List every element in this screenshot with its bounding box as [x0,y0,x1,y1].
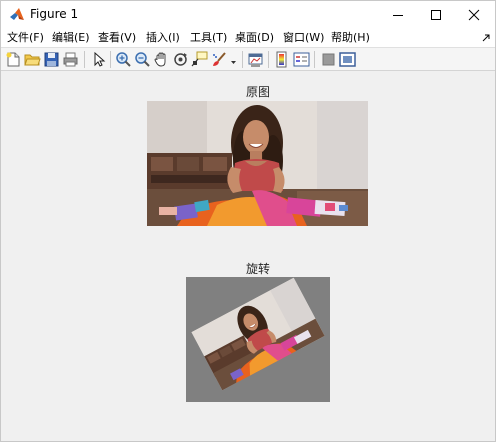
menu-tools[interactable]: 工具(T) [190,31,227,45]
dock-arrow-icon[interactable] [482,32,490,42]
print-icon[interactable] [62,51,79,68]
toolbar-separator [242,51,243,68]
toolbar-separator [268,51,269,68]
close-icon [468,9,480,20]
original-image [147,101,368,226]
link-plot-icon[interactable] [247,51,264,68]
rotated-image [186,277,330,402]
save-icon[interactable] [43,51,60,68]
toolbar-separator [84,51,85,68]
figure-canvas: 原图 旋转 [1,71,495,441]
open-file-icon[interactable] [24,51,41,68]
axes-title-original: 原图 [245,85,270,99]
minimize-icon [393,14,403,16]
rotate-3d-icon[interactable] [172,51,189,68]
brush-icon[interactable] [211,51,228,68]
minimize-button[interactable] [379,1,417,28]
menu-edit[interactable]: 编辑(E) [52,31,90,45]
axes-title-rotated: 旋转 [245,262,270,276]
toolbar-separator [314,51,315,68]
legend-icon[interactable] [293,51,310,68]
maximize-button[interactable] [417,1,455,28]
figure-window: Figure 1 文件(F) 编辑(E) 查看(V) 插入(I) 工具(T) 桌… [0,0,496,442]
menu-insert[interactable]: 插入(I) [146,31,180,45]
pan-icon[interactable] [153,51,170,68]
new-figure-icon[interactable] [5,51,22,68]
show-plot-tools-icon[interactable] [339,51,356,68]
brush-dropdown-icon[interactable] [229,51,238,68]
maximize-icon [431,9,441,20]
hide-plot-tools-icon[interactable] [320,51,337,68]
menu-view[interactable]: 查看(V) [98,31,136,45]
close-button[interactable] [455,1,493,28]
rotated-photo-content [191,277,325,391]
title-bar[interactable]: Figure 1 [1,1,495,28]
window-title: Figure 1 [30,7,79,21]
menu-window[interactable]: 窗口(W) [283,31,324,45]
menu-help[interactable]: 帮助(H) [331,31,370,45]
matlab-logo-icon [9,7,25,23]
colorbar-icon[interactable] [274,51,291,68]
data-cursor-icon[interactable] [191,51,208,68]
zoom-in-icon[interactable] [115,51,132,68]
menu-bar: 文件(F) 编辑(E) 查看(V) 插入(I) 工具(T) 桌面(D) 窗口(W… [1,28,495,47]
menu-desktop[interactable]: 桌面(D) [235,31,274,45]
menu-file[interactable]: 文件(F) [7,31,44,45]
pointer-icon[interactable] [90,51,107,68]
zoom-out-icon[interactable] [134,51,151,68]
toolbar-separator [110,51,111,68]
figure-toolbar [1,47,495,71]
